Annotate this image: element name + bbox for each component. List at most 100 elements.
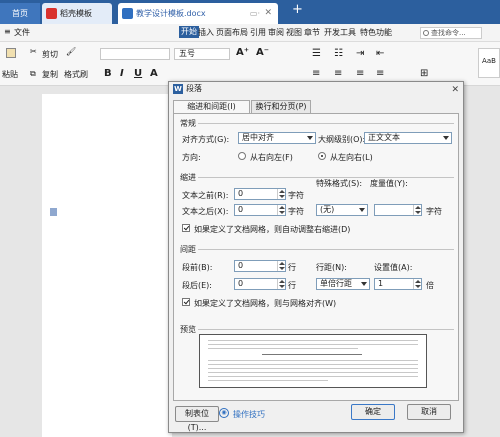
indent-before-unit[interactable]: 字符 (288, 190, 304, 201)
tab-stops-button[interactable]: 制表位(T)... (175, 406, 219, 432)
word-doc-icon (122, 8, 133, 19)
section-preview: 预览 (180, 325, 196, 334)
close-icon[interactable]: ✕ (264, 3, 272, 24)
ltr-radio[interactable] (318, 152, 326, 160)
wps-logo-icon: W (173, 84, 183, 94)
tab-document[interactable]: 教学设计模板.docx ▭· ✕ (118, 3, 278, 24)
cut-button[interactable]: 剪切 (42, 49, 58, 60)
numbered-list-icon[interactable]: ☷ (334, 48, 343, 59)
preview-line (208, 368, 418, 369)
document-page[interactable] (42, 94, 172, 437)
space-before-unit[interactable]: 行 (288, 262, 296, 273)
bullet-list-icon[interactable]: ☰ (312, 48, 321, 59)
spinner-icon[interactable] (277, 279, 285, 289)
shrink-font-icon[interactable]: A⁻ (256, 47, 269, 58)
tab-more-icon[interactable]: ▭· (250, 3, 260, 24)
tab-document-label: 教学设计模板.docx (136, 9, 206, 18)
space-after-unit[interactable]: 行 (288, 280, 296, 291)
snap-to-grid-label: 如果定义了文档网格，则与网格对齐(W) (194, 299, 337, 308)
alignment-select[interactable]: 居中对齐 (238, 132, 316, 144)
spinner-icon[interactable] (413, 279, 421, 289)
auto-indent-checkbox[interactable] (182, 224, 190, 232)
dialog-titlebar[interactable]: W 段落 ✕ (169, 82, 463, 96)
menu-chapter[interactable]: 章节 (304, 27, 320, 38)
bold-icon[interactable]: B (104, 68, 112, 79)
underline-icon[interactable]: U (134, 68, 142, 79)
space-after-input[interactable]: 0 (234, 278, 286, 290)
special-format-select[interactable]: (无) (316, 204, 368, 216)
set-value-input[interactable]: 1 (374, 278, 422, 290)
preview-line (208, 340, 418, 341)
format-painter-icon[interactable]: 🖌 (66, 47, 76, 56)
set-value-value: 1 (378, 279, 384, 288)
justify-icon[interactable]: ≡ (376, 68, 384, 79)
tab-bar: 首页 稻壳模板 教学设计模板.docx ▭· ✕ + (0, 0, 500, 24)
tab-line-page-breaks[interactable]: 换行和分页(P) (251, 100, 311, 113)
measure-unit[interactable]: 字符 (426, 206, 442, 217)
copy-button[interactable]: 复制 (42, 69, 58, 80)
space-before-value: 0 (238, 261, 244, 270)
spinner-icon[interactable] (277, 189, 285, 199)
tab-indent-spacing[interactable]: 缩进和间距(I) (173, 100, 250, 114)
spinner-icon[interactable] (413, 205, 421, 215)
menu-file[interactable]: 文件 (14, 27, 30, 38)
cancel-button[interactable]: 取消 (407, 404, 451, 420)
indent-after-unit[interactable]: 字符 (288, 206, 304, 217)
paragraph-marker-icon (50, 208, 57, 216)
indent-before-input[interactable]: 0 (234, 188, 286, 200)
menu-view[interactable]: 视图 (286, 27, 302, 38)
indent-icon[interactable]: ⇥ (356, 48, 364, 59)
spinner-icon[interactable] (277, 205, 285, 215)
snap-to-grid-checkbox[interactable] (182, 298, 190, 306)
spinner-icon[interactable] (277, 261, 285, 271)
align-center-icon[interactable]: ≡ (334, 68, 342, 79)
ok-button[interactable]: 确定 (351, 404, 395, 420)
outline-level-select[interactable]: 正文文本 (364, 132, 452, 144)
paste-button[interactable]: 粘贴 (2, 69, 18, 80)
font-size-select[interactable]: 五号 (174, 48, 230, 60)
align-left-icon[interactable]: ≡ (312, 68, 320, 79)
space-before-input[interactable]: 0 (234, 260, 286, 272)
grow-font-icon[interactable]: A⁺ (236, 47, 249, 58)
menu-developer[interactable]: 开发工具 (324, 27, 356, 38)
special-format-label: 特殊格式(S): (316, 179, 363, 188)
lightbulb-icon: ◉ (219, 408, 229, 418)
menu-review[interactable]: 审阅 (268, 27, 284, 38)
new-tab-button[interactable]: + (292, 2, 303, 17)
menu-start[interactable]: 开始 (179, 26, 199, 38)
italic-icon[interactable]: I (120, 68, 124, 79)
tips-link[interactable]: 操作技巧 (233, 409, 265, 420)
close-icon[interactable]: ✕ (451, 83, 459, 97)
space-before-label: 段前(B): (182, 263, 213, 272)
search-icon (423, 30, 429, 36)
measure-input[interactable] (374, 204, 422, 216)
preview-line (208, 348, 358, 349)
chevron-down-icon (307, 136, 313, 140)
indent-after-input[interactable]: 0 (234, 204, 286, 216)
font-color-icon[interactable]: A (150, 68, 158, 79)
font-name-select[interactable] (100, 48, 170, 60)
outline-level-value: 正文文本 (368, 133, 400, 142)
tab-template[interactable]: 稻壳模板 (42, 3, 112, 24)
style-preview[interactable]: AaB (478, 48, 500, 78)
borders-icon[interactable]: ⊞ (420, 68, 428, 79)
divider (198, 329, 454, 330)
alignment-label: 对齐方式(G): (182, 135, 230, 144)
outline-level-label: 大纲级别(O): (318, 135, 366, 144)
format-painter-button[interactable]: 格式刷 (64, 69, 88, 80)
outdent-icon[interactable]: ⇤ (376, 48, 384, 59)
tab-home[interactable]: 首页 (0, 3, 40, 24)
search-input[interactable]: 查找命令... (420, 27, 482, 39)
align-right-icon[interactable]: ≡ (356, 68, 364, 79)
line-spacing-select[interactable]: 单倍行距 (316, 278, 370, 290)
rtl-radio[interactable] (238, 152, 246, 160)
paste-icon[interactable] (6, 48, 16, 58)
menu-page-layout[interactable]: 页面布局 (216, 27, 248, 38)
copy-icon[interactable]: ⧉ (30, 69, 36, 79)
menu-features[interactable]: 特色功能 (360, 27, 392, 38)
menu-references[interactable]: 引用 (250, 27, 266, 38)
menu-insert[interactable]: 插入 (198, 27, 214, 38)
hamburger-icon[interactable]: ≡ (4, 27, 11, 36)
auto-indent-label: 如果定义了文档网格，则自动调整右缩进(D) (194, 225, 351, 234)
scissors-icon[interactable]: ✂ (30, 47, 37, 56)
